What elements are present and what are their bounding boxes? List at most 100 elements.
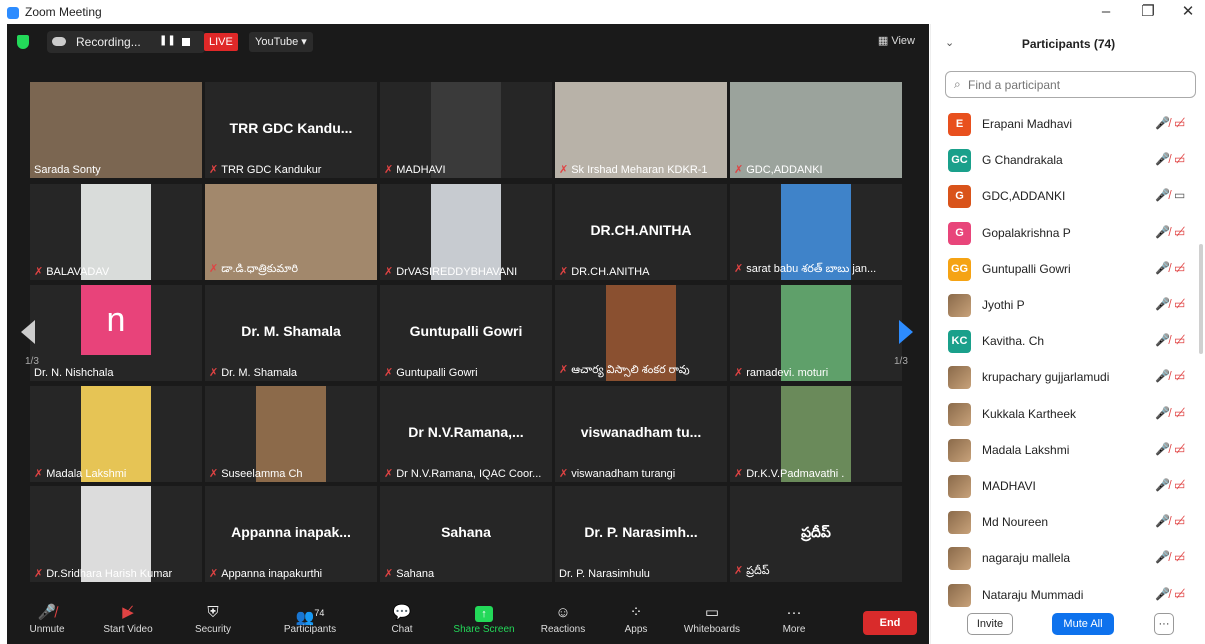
more-options-button[interactable]: ··· [1154, 613, 1174, 635]
mic-off-icon[interactable]: 🎤̸ [1155, 116, 1170, 130]
close-button[interactable]: ✕ [1170, 2, 1205, 22]
mic-off-icon[interactable]: 🎤̸ [1155, 152, 1170, 166]
mic-off-icon[interactable]: 🎤̸ [1155, 587, 1170, 601]
mic-off-icon: ✗ [384, 164, 394, 176]
tile-name-label: ✗ Appanna inapakurthi [209, 567, 373, 580]
participant-row[interactable]: GG Guntupalli Gowri 🎤̸ ▭̸ [931, 251, 1197, 287]
mic-off-icon[interactable]: 🎤̸ [1155, 333, 1170, 347]
participant-row[interactable]: MADHAVI 🎤̸ ▭̸ [931, 468, 1197, 504]
video-tile[interactable]: ప్రదీప్ ✗ ప్రదీప్ [730, 486, 902, 582]
video-off-icon[interactable]: ▭̸ [1174, 406, 1185, 420]
video-off-icon[interactable]: ▭̸ [1174, 297, 1185, 311]
video-off-icon[interactable]: ▭̸ [1174, 225, 1185, 239]
participant-search-input[interactable] [968, 76, 1188, 94]
video-off-icon[interactable]: ▭̸ [1174, 587, 1185, 601]
video-tile[interactable]: ✗ ramadevi. moturi [730, 285, 902, 381]
video-off-icon[interactable]: ▭̸ [1174, 116, 1185, 130]
security-shield-icon[interactable] [17, 35, 29, 49]
video-tile[interactable]: ✗ MADHAVI [380, 82, 552, 178]
video-tile[interactable]: Dr N.V.Ramana,... ✗ Dr N.V.Ramana, IQAC Co… [380, 386, 552, 482]
participant-name: Nataraju Mummadi [982, 587, 1084, 602]
video-on-icon[interactable]: ▭ [1174, 188, 1185, 202]
tile-name-label: ✗ Sk Irshad Meharan KDKR-1 [559, 163, 723, 176]
participant-row[interactable]: E Erapani Madhavi 🎤̸ ▭̸ [931, 106, 1197, 142]
video-tile[interactable]: Dr. P. Narasimh... Dr. P. Narasimhulu [555, 486, 727, 582]
more-button[interactable]: ··· More [777, 602, 811, 644]
mic-off-icon[interactable]: 🎤̸ [1155, 225, 1170, 239]
live-badge: LIVE [204, 33, 238, 51]
participant-row[interactable]: Madala Lakshmi 🎤̸ ▭̸ [931, 432, 1197, 468]
share-screen-icon: ↑ [451, 602, 517, 624]
participant-row[interactable]: KC Kavitha. Ch 🎤̸ ▭̸ [931, 323, 1197, 359]
participant-row[interactable]: G Gopalakrishna P 🎤̸ ▭̸ [931, 215, 1197, 251]
video-tile[interactable]: ✗ BALAVADAV [30, 184, 202, 280]
participant-search[interactable]: ⌕ [945, 71, 1196, 98]
video-tile[interactable]: n Dr. N. Nishchala [30, 285, 202, 381]
video-off-icon[interactable]: ▭̸ [1174, 514, 1185, 528]
unmute-button[interactable]: 🎤̸ Unmute [21, 602, 73, 644]
video-tile[interactable]: ✗ Dr.Sridhara Harish Kumar [30, 486, 202, 582]
mic-off-icon[interactable]: 🎤̸ [1155, 514, 1170, 528]
next-page-arrow-icon[interactable] [899, 320, 913, 344]
start-video-button[interactable]: ▶̸ Start Video [95, 602, 161, 644]
video-tile[interactable]: ✗ Madala Lakshmi [30, 386, 202, 482]
mute-all-button[interactable]: Mute All [1052, 613, 1114, 635]
apps-button[interactable]: ⁘ Apps [619, 602, 653, 644]
view-button[interactable]: ▦ View [878, 34, 915, 47]
mic-off-icon[interactable]: 🎤̸ [1155, 297, 1170, 311]
video-tile[interactable]: Guntupalli Gowri ✗ Guntupalli Gowri [380, 285, 552, 381]
mic-off-icon[interactable]: 🎤̸ [1155, 369, 1170, 383]
participant-row[interactable]: GC G Chandrakala 🎤̸ ▭̸ [931, 142, 1197, 178]
video-tile[interactable]: ✗ డా.డి.ధాత్రికుమారి [205, 184, 377, 280]
video-off-icon[interactable]: ▭̸ [1174, 152, 1185, 166]
video-tile[interactable]: ✗ DrVASIREDDYBHAVANI [380, 184, 552, 280]
video-tile[interactable]: ✗ GDC,ADDANKI [730, 82, 902, 178]
video-tile[interactable]: viswanadham tu... ✗ viswanadham turangi [555, 386, 727, 482]
mic-off-icon[interactable]: 🎤̸ [1155, 550, 1170, 564]
video-tile[interactable]: Sarada Sonty [30, 82, 202, 178]
mic-off-icon[interactable]: 🎤̸ [1155, 478, 1170, 492]
participant-row[interactable]: Jyothi P 🎤̸ ▭̸ [931, 287, 1197, 323]
chat-button[interactable]: 💬 Chat [385, 602, 419, 644]
video-tile[interactable]: DR.CH.ANITHA ✗ DR.CH.ANITHA [555, 184, 727, 280]
minimize-button[interactable]: – [1088, 2, 1124, 22]
video-tile[interactable]: Dr. M. Shamala ✗ Dr. M. Shamala [205, 285, 377, 381]
video-tile[interactable]: ✗ Suseelamma Ch [205, 386, 377, 482]
video-tile[interactable]: ✗ sarat babu శరత్ బాబు jan... [730, 184, 902, 280]
video-tile[interactable]: ✗ Sk Irshad Meharan KDKR-1 [555, 82, 727, 178]
video-tile[interactable]: TRR GDC Kandu... ✗ TRR GDC Kandukur [205, 82, 377, 178]
video-off-icon[interactable]: ▭̸ [1174, 550, 1185, 564]
stop-recording-icon[interactable] [182, 38, 190, 46]
video-off-icon[interactable]: ▭̸ [1174, 478, 1185, 492]
security-button[interactable]: ⛨ Security [187, 602, 239, 644]
video-tile[interactable]: Appanna inapak... ✗ Appanna inapakurthi [205, 486, 377, 582]
mic-off-icon[interactable]: 🎤̸ [1155, 188, 1170, 202]
video-tile[interactable]: Sahana ✗ Sahana [380, 486, 552, 582]
participant-list-scrollbar[interactable] [1199, 244, 1203, 354]
participant-row[interactable]: Kukkala Kartheek 🎤̸ ▭̸ [931, 396, 1197, 432]
mic-off-icon[interactable]: 🎤̸ [1155, 261, 1170, 275]
previous-page-arrow-icon[interactable] [21, 320, 35, 344]
share-screen-button[interactable]: ↑ Share Screen [451, 602, 517, 644]
video-off-icon[interactable]: ▭̸ [1174, 442, 1185, 456]
video-off-icon[interactable]: ▭̸ [1174, 261, 1185, 275]
participant-row[interactable]: krupachary gujjarlamudi 🎤̸ ▭̸ [931, 359, 1197, 395]
invite-button[interactable]: Invite [967, 613, 1013, 635]
live-stream-dropdown[interactable]: YouTube ▾ [249, 32, 313, 52]
mic-off-icon[interactable]: 🎤̸ [1155, 406, 1170, 420]
participant-row[interactable]: G GDC,ADDANKI 🎤̸ ▭ [931, 178, 1197, 214]
participant-name: Madala Lakshmi [982, 442, 1070, 457]
pause-recording-icon[interactable]: ❚❚ [159, 35, 176, 46]
video-off-icon[interactable]: ▭̸ [1174, 369, 1185, 383]
participants-button[interactable]: 👥74 Participants [273, 602, 347, 644]
whiteboards-button[interactable]: ▭ Whiteboards [679, 602, 745, 644]
video-tile[interactable]: ✗ Dr.K.V.Padmavathi . [730, 386, 902, 482]
participant-row[interactable]: Md Noureen 🎤̸ ▭̸ [931, 504, 1197, 540]
participant-row[interactable]: nagaraju mallela 🎤̸ ▭̸ [931, 540, 1197, 576]
video-off-icon[interactable]: ▭̸ [1174, 333, 1185, 347]
reactions-button[interactable]: ☺ Reactions [537, 602, 589, 644]
video-tile[interactable]: ✗ ఆచార్య విస్సాలి శంకర రావు [555, 285, 727, 381]
mic-off-icon[interactable]: 🎤̸ [1155, 442, 1170, 456]
end-meeting-button[interactable]: End [863, 611, 917, 635]
restore-button[interactable]: ❐ [1130, 2, 1166, 22]
